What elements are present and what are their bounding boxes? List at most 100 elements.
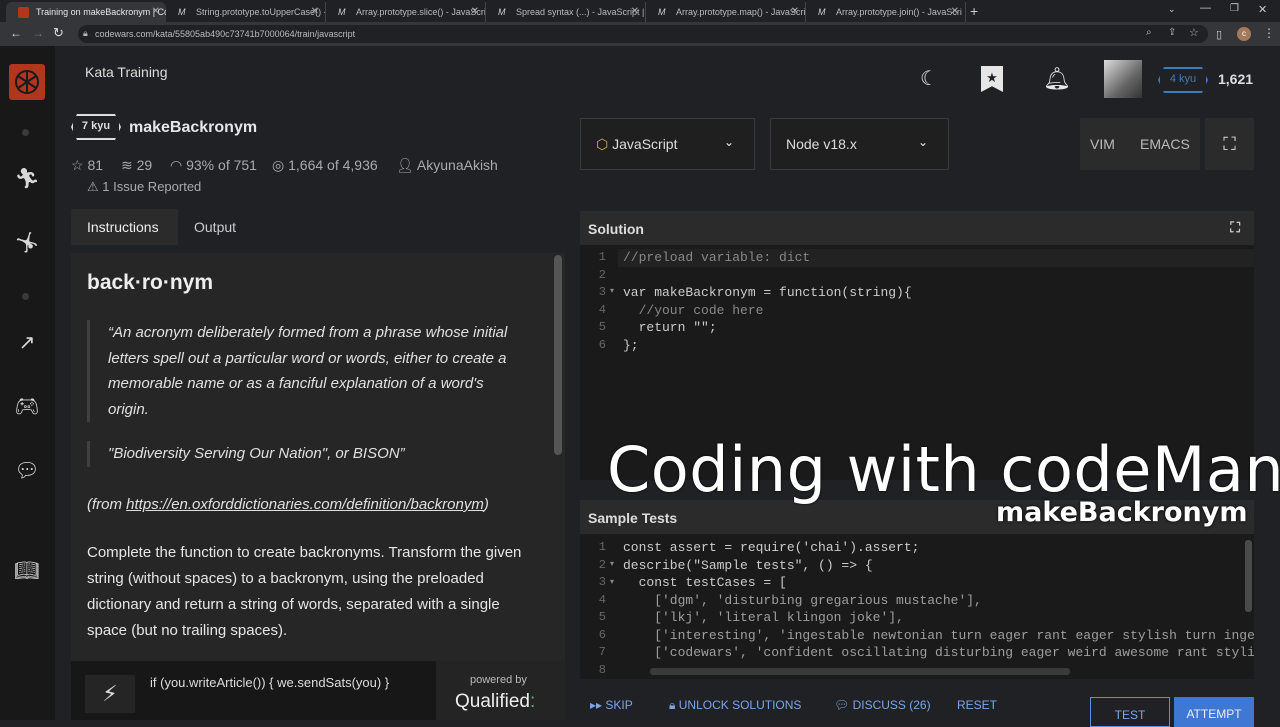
reset-button[interactable]: RESET xyxy=(957,698,997,712)
attempt-button[interactable]: ATTEMPT xyxy=(1174,697,1254,727)
author-stat[interactable]: 👤︎ AkyunaAkish xyxy=(396,157,498,174)
docs-book-icon[interactable]: 📖︎ xyxy=(14,558,40,584)
browser-menu-icon[interactable]: ⋮ xyxy=(1263,26,1275,40)
codewars-logo[interactable] xyxy=(9,64,45,100)
source-link[interactable]: https://en.oxforddictionaries.com/defini… xyxy=(126,496,484,513)
url-bar[interactable]: 🔒︎ codewars.com/kata/55805ab490c73741b70… xyxy=(78,25,1208,43)
mdn-favicon-icon: M xyxy=(498,7,506,17)
code-line: }; xyxy=(623,337,639,353)
qualified-brand: Qualified: xyxy=(455,691,535,713)
close-icon[interactable]: ✕ xyxy=(471,6,479,17)
runtime-select[interactable]: Node v18.x ⌄ xyxy=(770,118,949,170)
tab-title: Array.prototype.map() - JavaScri xyxy=(676,7,806,17)
code-line: ['codewars', 'confident oscillating dist… xyxy=(623,645,1254,660)
maximize-icon[interactable]: ❐ xyxy=(1230,3,1239,14)
dark-mode-moon-icon[interactable]: ☾ xyxy=(920,66,938,91)
collections-stat[interactable]: ≋ 29 xyxy=(121,157,152,174)
close-window-icon[interactable]: ✕ xyxy=(1258,3,1267,16)
description-scrollbar[interactable] xyxy=(554,255,562,455)
sidepanel-icon[interactable]: ▯ xyxy=(1216,28,1222,41)
forward-icon[interactable]: → xyxy=(32,26,44,40)
discuss-label: DISCUSS (26) xyxy=(852,698,931,712)
browser-tab[interactable]: M Spread syntax (...) - JavaScript | M ✕ xyxy=(486,2,646,22)
source-line: (from https://en.oxforddictionaries.com/… xyxy=(87,496,489,513)
lock-icon: 🔒︎ xyxy=(83,28,88,38)
zoom-icon[interactable]: ⌕ xyxy=(1146,27,1152,38)
user-rank-badge: 4 kyu xyxy=(1158,67,1208,93)
keymap-toggle: VIM EMACS xyxy=(1080,118,1200,170)
bookmark-star-icon[interactable]: ★ xyxy=(981,66,1003,92)
practice-icon[interactable]: 🏃︎ xyxy=(14,166,40,192)
skip-button[interactable]: ▸▸ SKIP xyxy=(590,698,633,712)
tab-search-icon[interactable]: ⌄ xyxy=(1168,4,1176,15)
issues-reported[interactable]: ⚠ 1 Issue Reported xyxy=(87,179,201,195)
test-button[interactable]: TEST xyxy=(1090,697,1170,727)
warning-icon: ⚠ xyxy=(87,179,99,194)
completed-total: of 4,936 xyxy=(327,157,378,173)
code-line: //preload variable: dict xyxy=(623,250,811,265)
discuss-button[interactable]: 💬︎ DISCUSS (26) xyxy=(834,698,931,712)
tests-horizontal-scrollbar[interactable] xyxy=(650,668,1070,675)
sidebar: 🏃︎ 🤸︎ ↗ 🎮︎ 💬︎ 📖︎ xyxy=(0,46,55,720)
fold-arrow-icon[interactable]: ▾ xyxy=(610,286,614,295)
fold-arrow-icon[interactable]: ▾ xyxy=(610,577,614,586)
gauge-icon: ◠ xyxy=(170,157,183,173)
browser-tab[interactable]: M Array.prototype.slice() - JavaScri ✕ xyxy=(326,2,486,22)
user-avatar[interactable] xyxy=(1104,60,1142,98)
chat-icon[interactable]: 💬︎ xyxy=(14,458,40,484)
close-icon[interactable]: ✕ xyxy=(152,6,160,17)
language-select[interactable]: ⬡ JavaScript ⌄ xyxy=(580,118,755,170)
share-icon[interactable]: ⇪ xyxy=(1168,27,1176,38)
tab-title: String.prototype.toUpperCase() - xyxy=(196,7,326,17)
stars-stat[interactable]: ☆ 81 xyxy=(71,157,103,174)
browser-tab[interactable]: Training on makeBackronym | Co ✕ xyxy=(6,2,166,22)
close-icon[interactable]: ✕ xyxy=(631,6,639,17)
description-heading: back·ro·nym xyxy=(87,271,214,294)
dojo-icon[interactable]: 🤸︎ xyxy=(14,230,40,256)
quote-definition: “An acronym deliberately formed from a p… xyxy=(87,320,517,422)
code-line: //your code here xyxy=(623,302,764,318)
browser-tab[interactable]: M Array.prototype.map() - JavaScri ✕ xyxy=(646,2,806,22)
browser-tab[interactable]: M String.prototype.toUpperCase() - ✕ xyxy=(166,2,326,22)
tab-title: Spread syntax (...) - JavaScript | M xyxy=(516,7,646,17)
tests-code[interactable]: const assert = require('chai').assert; d… xyxy=(623,539,1254,662)
expand-icon[interactable]: ⛶ xyxy=(1230,219,1240,236)
code-line: var makeBackronym = function(string){ xyxy=(623,285,912,300)
tab-output[interactable]: Output xyxy=(178,209,252,245)
source-suffix: ) xyxy=(483,496,489,513)
stars-count: 81 xyxy=(87,157,104,173)
kata-rank: 7 kyu xyxy=(81,120,111,132)
browser-tab[interactable]: M Array.prototype.join() - JavaScri ✕ xyxy=(806,2,966,22)
tab-instructions[interactable]: Instructions xyxy=(71,209,178,245)
back-icon[interactable]: ← xyxy=(10,26,22,40)
qualified-logo-icon: ⚡︎ xyxy=(85,675,135,713)
minimize-icon[interactable]: — xyxy=(1200,2,1211,14)
discord-icon[interactable]: 🎮︎ xyxy=(14,394,40,420)
close-icon[interactable]: ✕ xyxy=(951,6,959,17)
notifications-bell-icon[interactable]: 🔔︎ xyxy=(1043,66,1071,92)
leaderboard-trend-icon[interactable]: ↗ xyxy=(14,330,40,356)
unlock-solutions-button[interactable]: 🔒︎ UNLOCK SOLUTIONS xyxy=(669,698,801,713)
fullscreen-icon[interactable]: ⛶ xyxy=(1205,118,1254,170)
reload-icon[interactable]: ↻ xyxy=(53,25,64,41)
sidebar-divider xyxy=(22,129,29,136)
close-icon[interactable]: ✕ xyxy=(311,6,319,17)
close-icon[interactable]: ✕ xyxy=(791,6,799,17)
powered-by-text: powered by xyxy=(470,674,527,686)
solution-code[interactable]: //preload variable: dict var makeBackron… xyxy=(623,249,912,354)
profile-avatar[interactable]: c xyxy=(1237,27,1251,41)
bookmark-star-icon[interactable]: ☆ xyxy=(1189,26,1199,39)
fold-arrow-icon[interactable]: ▾ xyxy=(610,559,614,568)
mdn-favicon-icon: M xyxy=(658,7,666,17)
url-text: codewars.com/kata/55805ab490c73741b70000… xyxy=(95,29,356,39)
video-overlay-title: Coding with codeManS xyxy=(607,433,1280,506)
fast-forward-icon: ▸▸ xyxy=(590,698,603,712)
vim-button[interactable]: VIM xyxy=(1090,136,1115,152)
emacs-button[interactable]: EMACS xyxy=(1140,136,1190,152)
description-panel[interactable]: back·ro·nym “An acronym deliberately for… xyxy=(71,253,565,661)
qualified-banner[interactable]: ⚡︎ if (you.writeArticle()) { we.sendSats… xyxy=(71,661,565,720)
new-tab-icon[interactable]: + xyxy=(970,3,978,19)
solution-header: Solution ⛶ xyxy=(580,211,1254,245)
satisfaction-value: 93% xyxy=(186,157,215,173)
tests-vertical-scrollbar[interactable] xyxy=(1245,540,1252,612)
